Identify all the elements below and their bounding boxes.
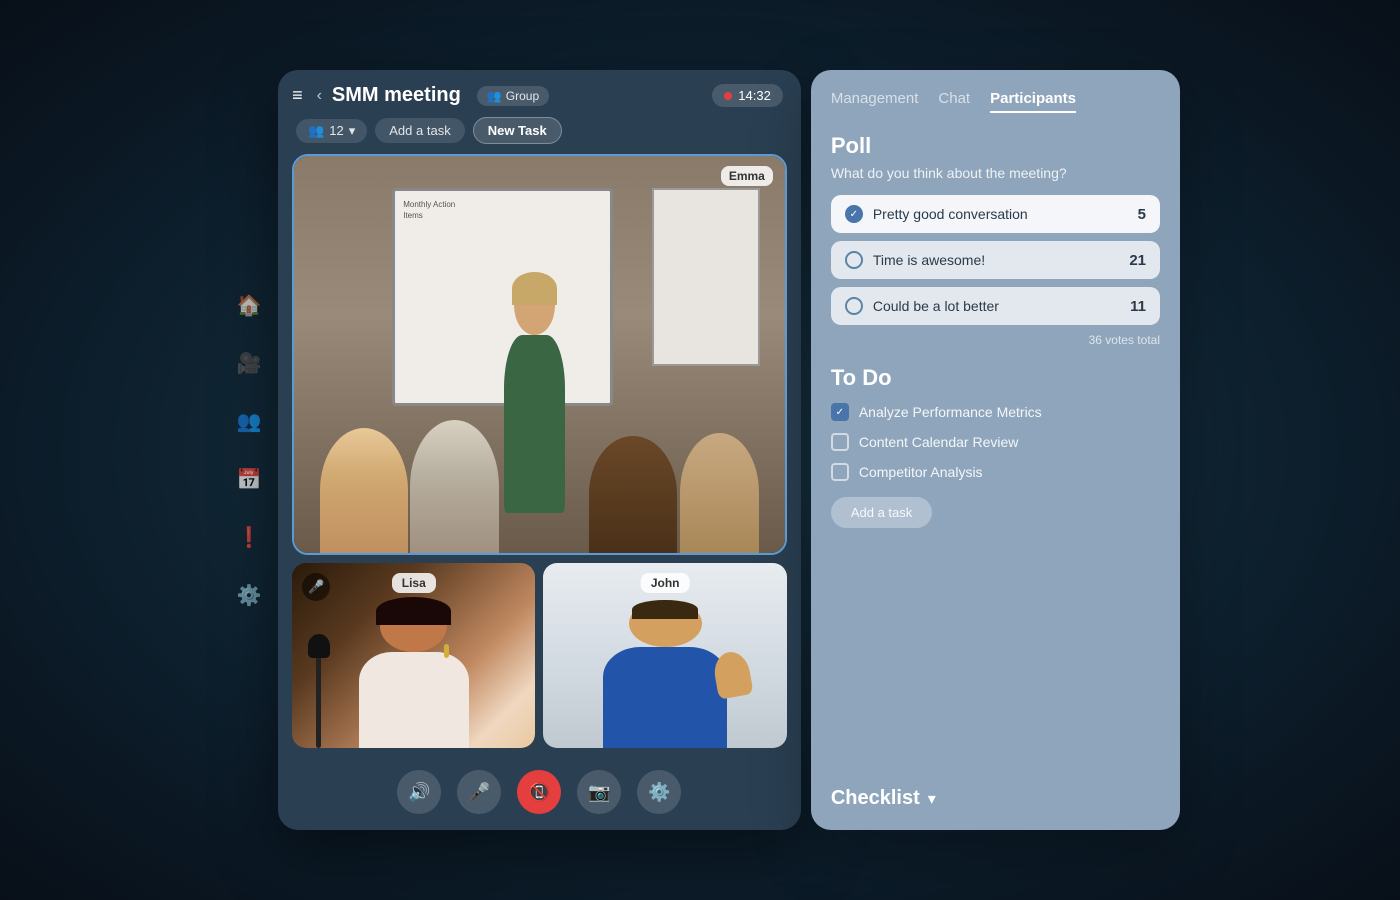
- john-head: [629, 600, 702, 647]
- app-container: 🏠 🎥 👥 📅 ❗ ⚙️ ≡ ‹ SMM meeting 👥 Managemen…: [220, 70, 1180, 830]
- mic-head: [308, 634, 330, 658]
- poll-option-2[interactable]: Time is awesome! 21: [831, 241, 1160, 279]
- todo-section: To Do Analyze Performance Metrics Conten…: [831, 365, 1160, 787]
- todo-checkbox-2[interactable]: [831, 433, 849, 451]
- settings-icon[interactable]: ⚙️: [231, 577, 267, 613]
- back-icon[interactable]: ‹: [317, 87, 322, 105]
- timer-badge: 14:32: [712, 84, 783, 107]
- chevron-down-icon: ▾: [349, 123, 356, 139]
- settings-ctrl-button[interactable]: ⚙️: [637, 770, 681, 814]
- poll-count-1: 5: [1138, 206, 1146, 223]
- lisa-figure: [353, 600, 475, 748]
- calendar-icon[interactable]: 📅: [231, 461, 267, 497]
- tab-management[interactable]: Management: [831, 90, 919, 113]
- participants-count: 12: [329, 123, 343, 138]
- john-hair: [632, 600, 698, 619]
- lisa-label: Lisa: [392, 573, 436, 593]
- poll-radio-2: [845, 251, 863, 269]
- todo-checkbox-3[interactable]: [831, 463, 849, 481]
- todo-item-3[interactable]: Competitor Analysis: [831, 457, 1160, 487]
- lisa-head: [380, 600, 447, 652]
- todo-checkbox-1[interactable]: [831, 403, 849, 421]
- group-badge: 👥 Management Group: [477, 86, 549, 106]
- new-task-button[interactable]: New Task: [473, 117, 562, 144]
- poll-option-3[interactable]: Could be a lot better 11: [831, 287, 1160, 325]
- poll-option-1[interactable]: Pretty good conversation 5: [831, 195, 1160, 233]
- whiteboard-text: Monthly ActionItems: [395, 191, 610, 229]
- video-area: Monthly ActionItems: [278, 154, 801, 758]
- todo-text-1: Analyze Performance Metrics: [859, 404, 1042, 420]
- poll-question: What do you think about the meeting?: [831, 165, 1160, 181]
- todo-text-3: Competitor Analysis: [859, 464, 983, 480]
- end-call-button[interactable]: 📵: [517, 770, 561, 814]
- timer-display: 14:32: [738, 88, 771, 103]
- poll-option-1-text: Pretty good conversation: [873, 206, 1128, 222]
- recording-dot: [724, 92, 732, 100]
- audience-person-2: [410, 420, 498, 553]
- participants-icon: 👥: [308, 123, 324, 139]
- projector-screen: [652, 188, 760, 367]
- poll-count-2: 21: [1129, 252, 1146, 269]
- audience-person-1: [320, 428, 408, 553]
- lisa-body: [359, 652, 469, 748]
- lisa-hair: [376, 597, 451, 625]
- poll-title: Poll: [831, 133, 1160, 159]
- main-panel: ≡ ‹ SMM meeting 👥 Management Group 14:32…: [278, 70, 801, 830]
- add-task-header-button[interactable]: Add a task: [375, 118, 464, 143]
- camera-button[interactable]: 📷: [577, 770, 621, 814]
- poll-option-3-text: Could be a lot better: [873, 298, 1120, 314]
- video-icon[interactable]: 🎥: [231, 345, 267, 381]
- mic-stand: [316, 646, 321, 748]
- checklist-section[interactable]: Checklist ▾: [831, 787, 1160, 810]
- sidebar: 🏠 🎥 👥 📅 ❗ ⚙️: [220, 70, 278, 830]
- control-bar: 🔊 🎤 📵 📷 ⚙️: [278, 758, 801, 830]
- todo-text-2: Content Calendar Review: [859, 434, 1019, 450]
- lisa-earring: [444, 644, 449, 658]
- audience-person-4: [680, 433, 760, 553]
- john-video: John: [543, 563, 786, 748]
- mute-icon: 🎤: [302, 573, 330, 601]
- john-body: [603, 647, 727, 748]
- header-right: 14:32: [712, 84, 783, 107]
- header: ≡ ‹ SMM meeting 👥 Management Group 14:32: [278, 70, 801, 117]
- poll-count-3: 11: [1130, 298, 1146, 315]
- participants-badge[interactable]: 👥 12 ▾: [296, 119, 367, 143]
- audience: [294, 386, 785, 553]
- john-figure: [592, 600, 738, 748]
- tab-participants[interactable]: Participants: [990, 90, 1076, 113]
- alert-icon[interactable]: ❗: [231, 519, 267, 555]
- classroom-scene: Monthly ActionItems: [294, 156, 785, 553]
- lisa-video: 🎤 Lisa: [292, 563, 535, 748]
- todo-title: To Do: [831, 365, 1160, 391]
- john-label: John: [641, 573, 690, 593]
- presenter-hair: [512, 272, 557, 305]
- audience-person-3: [589, 436, 677, 553]
- people-icon[interactable]: 👥: [231, 403, 267, 439]
- home-icon[interactable]: 🏠: [231, 287, 267, 323]
- chevron-down-icon: ▾: [928, 789, 936, 809]
- presenter-head: [514, 275, 555, 335]
- tab-chat[interactable]: Chat: [938, 90, 970, 113]
- menu-icon[interactable]: ≡: [292, 85, 303, 106]
- panel-tabs: Management Chat Participants: [831, 90, 1160, 113]
- sub-header: 👥 12 ▾ Add a task New Task: [278, 117, 801, 154]
- poll-radio-3: [845, 297, 863, 315]
- todo-item-1[interactable]: Analyze Performance Metrics: [831, 397, 1160, 427]
- right-panel: Management Chat Participants Poll What d…: [811, 70, 1180, 830]
- meeting-title: SMM meeting: [332, 84, 461, 107]
- poll-option-2-text: Time is awesome!: [873, 252, 1119, 268]
- group-icon: 👥: [487, 89, 502, 103]
- checklist-title: Checklist: [831, 787, 920, 810]
- add-task-panel-button[interactable]: Add a task: [831, 497, 932, 528]
- mic-button[interactable]: 🎤: [457, 770, 501, 814]
- main-video: Monthly ActionItems: [292, 154, 787, 555]
- speaker-button[interactable]: 🔊: [397, 770, 441, 814]
- speaker-name-tag: Emma: [721, 166, 773, 186]
- votes-total: 36 votes total: [831, 333, 1160, 347]
- poll-radio-1: [845, 205, 863, 223]
- todo-item-2[interactable]: Content Calendar Review: [831, 427, 1160, 457]
- small-videos: 🎤 Lisa John: [292, 563, 787, 748]
